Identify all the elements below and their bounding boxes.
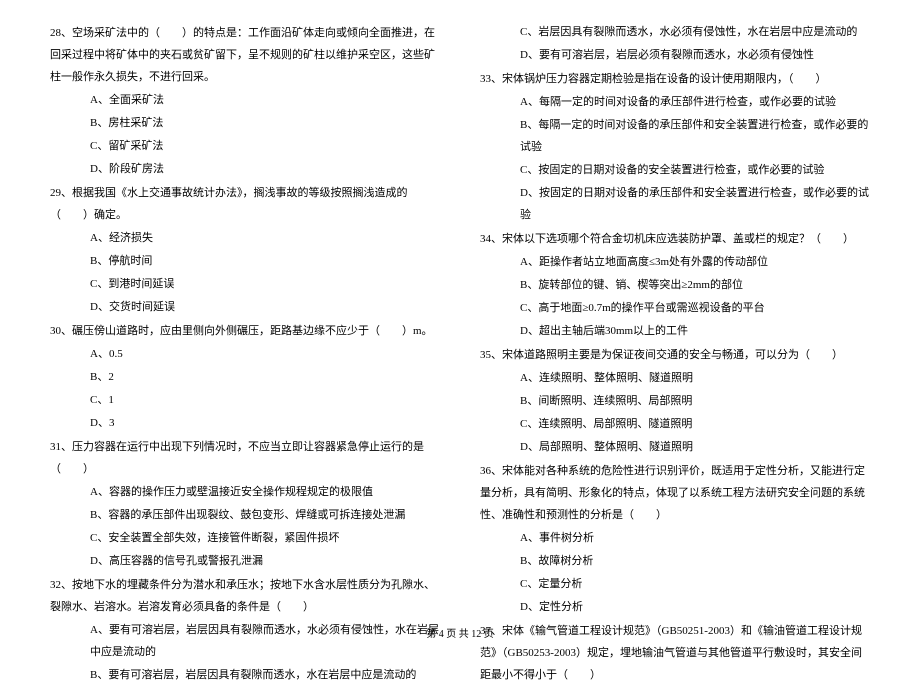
right-column: C、岩层因具有裂隙而透水，水必须有侵蚀性，水在岩层中应是流动的 D、要有可溶岩层… — [480, 20, 870, 610]
q31-text: 31、压力容器在运行中出现下列情况时，不应当立即让容器紧急停止运行的是（ ） — [50, 436, 440, 480]
q30-opt-c: C、1 — [50, 389, 440, 411]
q31-opt-a: A、容器的操作压力或壁温接近安全操作规程规定的极限值 — [50, 481, 440, 503]
q29-opt-d: D、交货时间延误 — [50, 296, 440, 318]
q33-text: 33、宋体锅炉压力容器定期检验是指在设备的设计使用期限内，（ ） — [480, 68, 870, 90]
q36-text: 36、宋体能对各种系统的危险性进行识别评价，既适用于定性分析，又能进行定量分析，… — [480, 460, 870, 526]
q28-opt-b: B、房柱采矿法 — [50, 112, 440, 134]
q36-opt-b: B、故障树分析 — [480, 550, 870, 572]
q30-opt-a: A、0.5 — [50, 343, 440, 365]
q32-opt-d: D、要有可溶岩层，岩层必须有裂隙而透水，水必须有侵蚀性 — [480, 44, 870, 66]
q28-opt-c: C、留矿采矿法 — [50, 135, 440, 157]
q28-opt-d: D、阶段矿房法 — [50, 158, 440, 180]
q29-opt-c: C、到港时间延误 — [50, 273, 440, 295]
q32-opt-b: B、要有可溶岩层，岩层因具有裂隙而透水，水在岩层中应是流动的 — [50, 664, 440, 686]
q30-opt-b: B、2 — [50, 366, 440, 388]
q29-opt-a: A、经济损失 — [50, 227, 440, 249]
q35-opt-b: B、间断照明、连续照明、局部照明 — [480, 390, 870, 412]
q33-opt-d: D、按固定的日期对设备的承压部件和安全装置进行检查，或作必要的试验 — [480, 182, 870, 226]
q31-opt-d: D、高压容器的信号孔或警报孔泄漏 — [50, 550, 440, 572]
q32-text: 32、按地下水的埋藏条件分为潜水和承压水；按地下水含水层性质分为孔隙水、裂隙水、… — [50, 574, 440, 618]
q29-opt-b: B、停航时间 — [50, 250, 440, 272]
q35-opt-c: C、连续照明、局部照明、隧道照明 — [480, 413, 870, 435]
q30-opt-d: D、3 — [50, 412, 440, 434]
q32-opt-c: C、岩层因具有裂隙而透水，水必须有侵蚀性，水在岩层中应是流动的 — [480, 21, 870, 43]
exam-page: 28、空场采矿法中的（ ）的特点是：工作面沿矿体走向或倾向全面推进，在回采过程中… — [50, 20, 870, 610]
q33-opt-b: B、每隔一定的时间对设备的承压部件和安全装置进行检查，或作必要的试验 — [480, 114, 870, 158]
q31-opt-b: B、容器的承压部件出现裂纹、鼓包变形、焊缝或可拆连接处泄漏 — [50, 504, 440, 526]
q33-opt-c: C、按固定的日期对设备的安全装置进行检查，或作必要的试验 — [480, 159, 870, 181]
q28-text: 28、空场采矿法中的（ ）的特点是：工作面沿矿体走向或倾向全面推进，在回采过程中… — [50, 22, 440, 88]
left-column: 28、空场采矿法中的（ ）的特点是：工作面沿矿体走向或倾向全面推进，在回采过程中… — [50, 20, 440, 610]
q35-opt-d: D、局部照明、整体照明、隧道照明 — [480, 436, 870, 458]
q35-text: 35、宋体道路照明主要是为保证夜间交通的安全与畅通，可以分为（ ） — [480, 344, 870, 366]
q30-text: 30、碾压傍山道路时，应由里侧向外侧碾压，距路基边缘不应少于（ ）m。 — [50, 320, 440, 342]
q28-opt-a: A、全面采矿法 — [50, 89, 440, 111]
q36-opt-c: C、定量分析 — [480, 573, 870, 595]
q36-opt-a: A、事件树分析 — [480, 527, 870, 549]
q33-opt-a: A、每隔一定的时间对设备的承压部件进行检查，或作必要的试验 — [480, 91, 870, 113]
q34-opt-d: D、超出主轴后端30mm以上的工件 — [480, 320, 870, 342]
q34-text: 34、宋体以下选项哪个符合金切机床应选装防护罩、盖或栏的规定？（ ） — [480, 228, 870, 250]
q34-opt-c: C、高于地面≥0.7m的操作平台或需巡视设备的平台 — [480, 297, 870, 319]
page-footer: 第 4 页 共 12 页 — [0, 625, 920, 640]
q31-opt-c: C、安全装置全部失效，连接管件断裂，紧固件损坏 — [50, 527, 440, 549]
q36-opt-d: D、定性分析 — [480, 596, 870, 618]
q34-opt-b: B、旋转部位的键、销、楔等突出≥2mm的部位 — [480, 274, 870, 296]
q35-opt-a: A、连续照明、整体照明、隧道照明 — [480, 367, 870, 389]
q34-opt-a: A、距操作者站立地面高度≤3m处有外露的传动部位 — [480, 251, 870, 273]
q29-text: 29、根据我国《水上交通事故统计办法》，搁浅事故的等级按照搁浅造成的（ ）确定。 — [50, 182, 440, 226]
